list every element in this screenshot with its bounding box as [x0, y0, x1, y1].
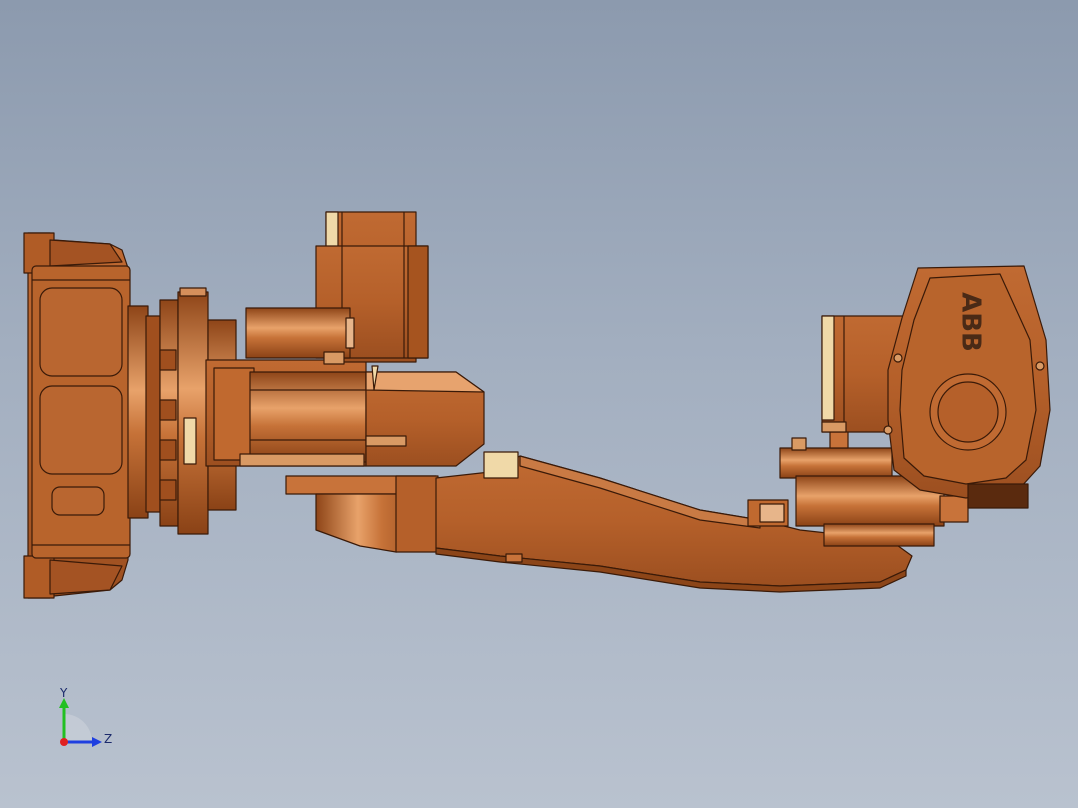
axis1-motor[interactable]: [245, 211, 429, 365]
z-axis-label: Z: [104, 732, 113, 746]
robot-base[interactable]: [23, 232, 131, 599]
robot-arm-model[interactable]: ABB: [0, 0, 1078, 808]
abb-logo: ABB: [956, 292, 986, 352]
orientation-triad: Y Z: [50, 684, 120, 754]
y-axis-label: Y: [60, 686, 68, 700]
cad-viewport[interactable]: ABB Y Z: [0, 0, 1078, 808]
shoulder-drum[interactable]: [285, 475, 439, 553]
turret-housing[interactable]: [205, 359, 367, 467]
shoulder-joint[interactable]: [365, 365, 485, 467]
